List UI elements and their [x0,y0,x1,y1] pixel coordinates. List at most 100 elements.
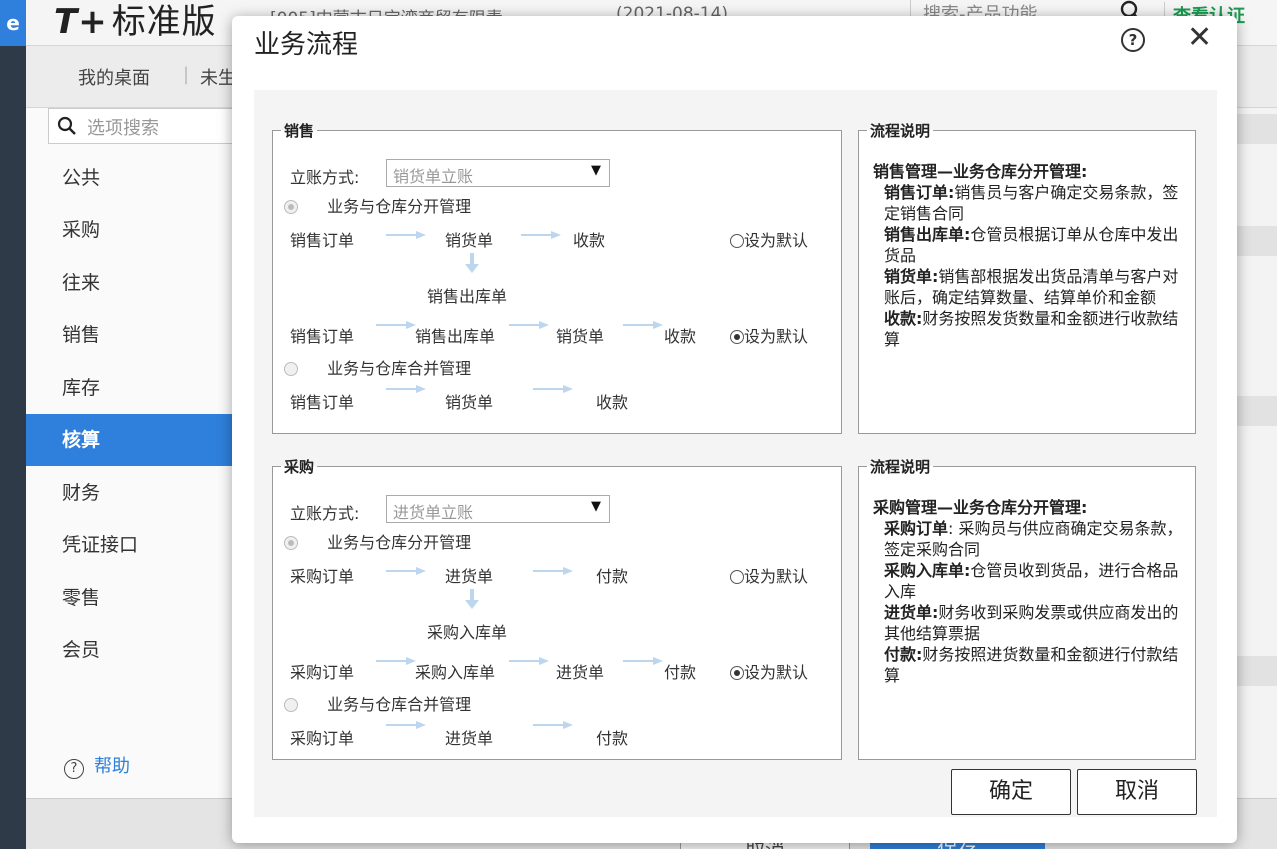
purchase-flow1-step3: 付款 [596,567,629,586]
tab-separator: | [183,64,190,85]
sales-merged-radio[interactable] [284,362,298,376]
ok-button[interactable]: 确定 [951,769,1071,815]
desc-term: 销货单: [884,267,939,286]
sales-flow2-default-radio[interactable] [730,330,744,344]
purchase-flow1-default-option[interactable]: 设为默认 [730,563,808,587]
purchase-flow1-below-step: 采购入库单 [427,623,508,642]
purchase-description-legend: 流程说明 [870,458,931,476]
purchase-flow2-default-option[interactable]: 设为默认 [730,659,808,683]
flow-arrow-icon [533,721,573,729]
sales-flow3-step2: 销货单 [445,393,494,412]
flow-arrow-icon [509,657,549,665]
background-content-edge [1236,108,1277,798]
close-icon[interactable]: ✕ [1187,22,1212,54]
purchase-mode-label: 立账方式: [290,504,360,523]
help-circle-icon: ? [64,759,84,779]
sidebar-item-voucher-interface[interactable]: 凭证接口 [26,519,236,571]
desc-term: 销售订单: [884,183,955,202]
purchase-flow1-default-radio[interactable] [730,570,744,584]
purchase-flow1-step2: 进货单 [445,567,494,586]
sidebar-item-inventory[interactable]: 库存 [26,362,236,414]
sidebar-item-public[interactable]: 公共 [26,152,236,204]
app-logo-tile[interactable]: e [0,0,26,46]
tab-my-desktop[interactable]: 我的桌面 [78,64,150,90]
sales-flow3-step1: 销售订单 [290,393,355,412]
sales-flow2-step4: 收款 [664,327,697,346]
sidebar-item-member[interactable]: 会员 [26,624,236,676]
purchase-flow2-step3: 进货单 [556,663,605,682]
sales-description-group: 流程说明 销售管理—业务仓库分开管理: 销售订单:销售员与客户确定交易条款，签定… [858,120,1196,434]
purchase-flow1-step1: 采购订单 [290,567,355,586]
sales-flow2-default-option[interactable]: 设为默认 [730,323,808,347]
purchase-description-heading: 采购管理—业务仓库分开管理: [873,498,1088,517]
sales-mode-select[interactable]: 销货单立账 ▼ [386,159,610,187]
desc-term: 采购订单 [884,519,949,538]
brand-edition: 标准版 [111,2,217,42]
sales-flow1-step1: 销售订单 [290,231,355,250]
sales-group: 销售 立账方式: 销货单立账 ▼ 业务与仓库分开管理 销售订单 销货单 收款 设… [272,120,842,434]
app-brand: T+ 标准版 [54,0,217,43]
sales-flow2-step1: 销售订单 [290,327,355,346]
business-process-dialog: 业务流程 ? ✕ 销售 立账方式: 销货单立账 ▼ 业务与仓库分开管理 销售订单… [232,16,1237,843]
sidebar-item-accounting[interactable]: 核算 [26,414,236,466]
sidebar-item-purchase[interactable]: 采购 [26,204,236,256]
desc-term: 收款: [884,309,923,328]
flow-arrow-icon [533,567,573,575]
sales-separate-option[interactable]: 业务与仓库分开管理 [284,193,471,217]
desc-text: 财务按照进货数量和金额进行付款结算 [884,645,1179,685]
desc-text: 财务按照发货数量和金额进行收款结算 [884,309,1179,349]
desc-term: 采购入库单: [884,561,971,580]
sales-legend: 销售 [284,122,315,140]
flow-arrow-icon [623,657,663,665]
dropdown-arrow-icon: ▼ [591,163,601,178]
flow-arrow-icon [376,657,416,665]
purchase-flow2-step2: 采购入库单 [415,663,496,682]
desc-term: 付款: [884,645,923,664]
sales-merged-option[interactable]: 业务与仓库合并管理 [284,355,471,379]
sales-description-legend: 流程说明 [870,122,931,140]
flow-down-arrow-icon [465,253,479,273]
sales-mode-value: 销货单立账 [393,167,474,186]
option-search-input[interactable]: 选项搜索 [48,108,238,144]
set-default-label: 设为默认 [744,327,809,346]
sidebar-item-contacts[interactable]: 往来 [26,257,236,309]
cancel-button[interactable]: 取消 [1077,769,1197,815]
set-default-label: 设为默认 [744,663,809,682]
help-link[interactable]: ? 帮助 [64,752,130,779]
sales-flow1-default-option[interactable]: 设为默认 [730,227,808,251]
purchase-flow2-default-radio[interactable] [730,666,744,680]
purchase-mode-select[interactable]: 进货单立账 ▼ [386,495,610,523]
sidebar-item-retail[interactable]: 零售 [26,572,236,624]
purchase-flow2-step4: 付款 [664,663,697,682]
help-label: 帮助 [94,756,130,777]
app-left-rail: e [0,0,26,849]
sales-flow2-step2: 销售出库单 [415,327,496,346]
flow-arrow-icon [533,385,573,393]
desc-term: 进货单: [884,603,939,622]
sales-description-text: 销售管理—业务仓库分开管理: 销售订单:销售员与客户确定交易条款，签定销售合同 … [873,161,1185,350]
purchase-merged-option[interactable]: 业务与仓库合并管理 [284,691,471,715]
purchase-group: 采购 立账方式: 进货单立账 ▼ 业务与仓库分开管理 采购订单 进货单 付款 设… [272,456,842,760]
settings-sidebar: 选项搜索 公共 采购 往来 销售 库存 核算 财务 凭证接口 零售 会员 ? 帮助 [26,108,238,798]
sidebar-item-finance[interactable]: 财务 [26,467,236,519]
purchase-mode-value: 进货单立账 [393,503,474,522]
sidebar-item-sales[interactable]: 销售 [26,309,236,361]
flow-arrow-icon [386,567,426,575]
set-default-label: 设为默认 [744,567,809,586]
brand-mark: T+ [54,2,108,42]
help-icon[interactable]: ? [1121,28,1145,52]
tab-unsaved[interactable]: 未生 [200,64,236,90]
dialog-body: 销售 立账方式: 销货单立账 ▼ 业务与仓库分开管理 销售订单 销货单 收款 设… [254,90,1217,817]
purchase-merged-label: 业务与仓库合并管理 [327,695,472,714]
purchase-separate-label: 业务与仓库分开管理 [327,533,472,552]
sales-separate-radio[interactable] [284,200,298,214]
flow-arrow-icon [376,321,416,329]
purchase-separate-option[interactable]: 业务与仓库分开管理 [284,529,471,553]
sales-flow1-default-radio[interactable] [730,234,744,248]
purchase-separate-radio[interactable] [284,536,298,550]
sales-flow1-step3: 收款 [573,231,606,250]
purchase-merged-radio[interactable] [284,698,298,712]
set-default-label: 设为默认 [744,231,809,250]
dialog-title: 业务流程 [254,30,359,60]
purchase-flow3-step1: 采购订单 [290,729,355,748]
